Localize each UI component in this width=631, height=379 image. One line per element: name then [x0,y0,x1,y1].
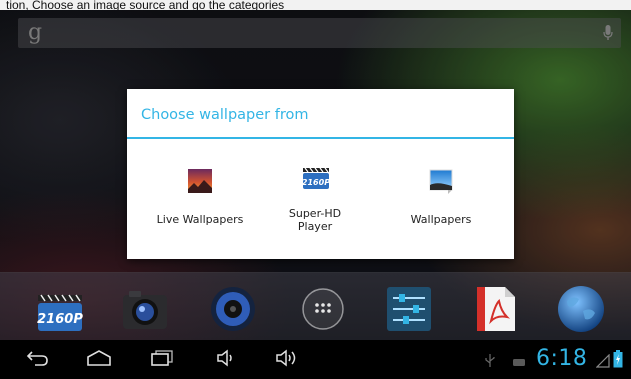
choose-wallpaper-dialog: Choose wallpaper from Live Wallpapers 21… [127,89,514,259]
volume-up-button[interactable] [274,348,300,372]
svg-text:2160P: 2160P [37,312,83,327]
option-wallpapers[interactable]: Wallpapers [386,149,496,249]
home-button[interactable] [86,348,112,372]
svg-text:2160P: 2160P [302,178,330,187]
dialog-title-divider [127,137,514,139]
super-hd-player-icon: 2160P [301,162,330,190]
option-label-wallpapers: Wallpapers [410,213,472,226]
usb-icon [485,353,495,372]
status-clock: 6:18 [536,346,588,371]
dialog-title: Choose wallpaper from [141,107,309,123]
wallpapers-gallery-icon [427,167,455,195]
dock-settings-icon[interactable] [383,283,435,335]
live-wallpapers-icon [186,167,214,195]
dock-all-apps-icon[interactable] [297,283,349,335]
dock-pdf-reader-icon[interactable] [469,283,521,335]
option-super-hd-player[interactable]: 2160P Super-HD Player [260,149,370,249]
back-button[interactable] [26,348,50,372]
option-live-wallpapers[interactable]: Live Wallpapers [145,149,255,249]
notification-icon [512,354,526,373]
option-label-live-wallpapers: Live Wallpapers [156,213,244,226]
caption-strip: tion, Choose an image source and go the … [0,0,631,10]
volume-down-button[interactable] [215,348,237,372]
dock-camera-icon[interactable] [119,283,171,335]
dock-browser-globe-icon[interactable] [555,283,607,335]
system-navigation-bar: 6:18 [0,340,631,379]
dock-super-hd-player-icon[interactable]: 2160P [34,283,86,335]
dock-hotseat: 2160P [0,272,631,341]
recent-apps-button[interactable] [150,348,174,372]
dock-music-icon[interactable] [207,283,259,335]
option-label-super-hd-player: Super-HD Player [288,207,342,233]
signal-icon [595,353,610,372]
battery-icon [613,350,623,372]
